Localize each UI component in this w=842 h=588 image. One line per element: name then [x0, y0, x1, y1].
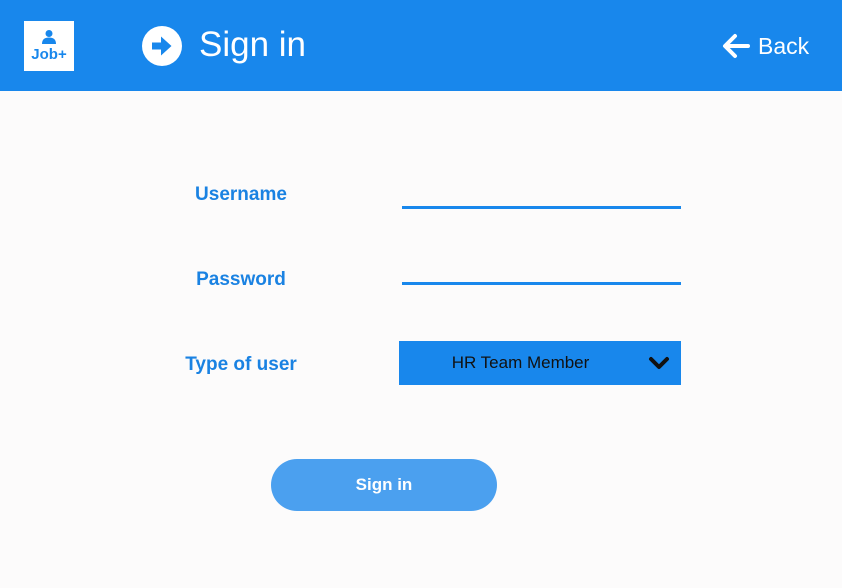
arrow-left-icon: [723, 34, 750, 58]
page-title: Sign in: [199, 25, 307, 64]
password-label: Password: [196, 269, 286, 290]
app-header: Job+ Sign in Back: [0, 0, 842, 91]
user-type-value: HR Team Member: [451, 353, 590, 372]
user-type-label: Type of user: [185, 354, 297, 375]
logo-text: Job+: [31, 46, 67, 63]
person-icon: [42, 30, 56, 44]
arrow-right-circle-icon: [142, 26, 182, 66]
sign-in-button[interactable]: Sign in: [271, 459, 497, 511]
username-label: Username: [195, 184, 287, 205]
app-logo: Job+: [24, 21, 74, 71]
username-field[interactable]: [402, 179, 681, 209]
back-label: Back: [758, 33, 810, 59]
password-field[interactable]: [402, 255, 681, 285]
user-type-select[interactable]: HR Team Member: [399, 341, 681, 385]
chevron-down-icon: [649, 357, 669, 369]
